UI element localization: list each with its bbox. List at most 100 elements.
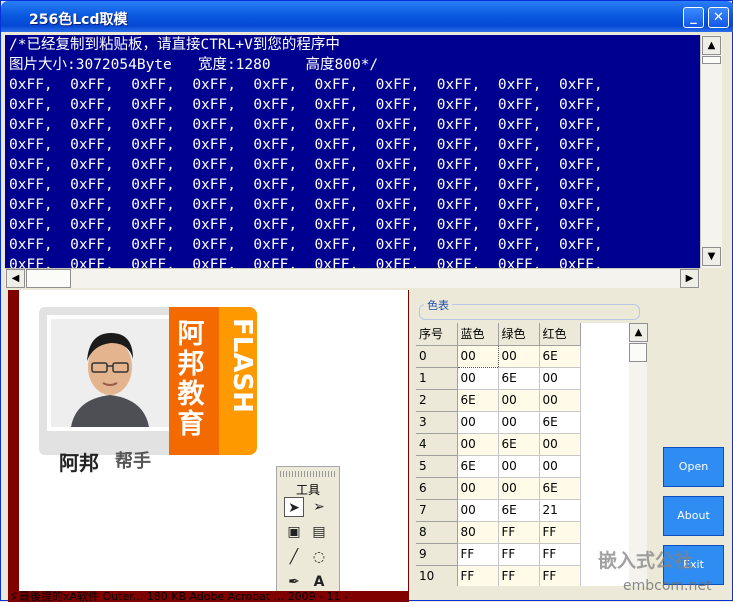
palette-value-cell[interactable]: 6E [498,433,540,456]
palette-value-cell[interactable]: FF [457,565,499,586]
toolbox-panel[interactable]: 工具 ➤ ➢ ▣ ▤ ╱ ◌ ✒ A [276,466,340,602]
gradient-tool-icon[interactable]: ▤ [309,522,329,542]
palette-value-cell[interactable]: FF [539,543,581,566]
brand-flash-text: FLASH [227,318,257,413]
palette-value-cell[interactable]: 00 [498,345,540,368]
watermark-text: 嵌入式公社 [598,550,694,572]
palette-value-cell[interactable]: 00 [539,455,581,478]
palette-value-cell[interactable]: 00 [498,477,540,500]
palette-value-cell[interactable]: 6E [457,455,499,478]
brand-vertical-text: 阿邦教育 [177,319,205,440]
scroll-thumb[interactable] [702,56,721,64]
watermark-url: embcom.net [623,578,712,594]
code-horizontal-scrollbar[interactable]: ◀ ▶ [5,268,700,288]
palette-value-cell[interactable]: FF [539,565,581,586]
scroll-left-icon[interactable]: ◀ [6,269,25,288]
close-button[interactable]: ✕ [708,7,729,28]
code-data-line: 0xFF, 0xFF, 0xFF, 0xFF, 0xFF, 0xFF, 0xFF… [9,77,603,93]
palette-row[interactable]: 8 80 FF FF [416,521,581,544]
palette-index-cell[interactable]: 8 [416,521,458,544]
header-red[interactable]: 红色 [539,323,581,346]
palette-value-cell[interactable]: 6E [539,411,581,434]
palette-value-cell[interactable]: 00 [498,455,540,478]
about-button[interactable]: About [663,496,724,536]
line-tool-icon[interactable]: ╱ [284,547,304,567]
palette-value-cell[interactable]: 6E [498,367,540,390]
palette-row[interactable]: 7 00 6E 21 [416,499,581,522]
scroll-thumb[interactable] [629,343,647,362]
code-output-textarea[interactable]: /*已经复制到粘贴板，请直接CTRL+V到您的程序中 图片大小:3072054By… [5,35,700,268]
palette-index-cell[interactable]: 10 [416,565,458,586]
palette-value-cell[interactable]: FF [498,565,540,586]
lasso-tool-icon[interactable]: ◌ [309,547,329,567]
palette-value-cell[interactable]: 00 [498,389,540,412]
palette-value-cell[interactable]: FF [457,543,499,566]
palette-row[interactable]: 9 FF FF FF [416,543,581,566]
palette-row[interactable]: 2 6E 00 00 [416,389,581,412]
header-green[interactable]: 绿色 [498,323,540,346]
code-vertical-scrollbar[interactable]: ▲ ▼ [700,35,722,268]
transform-tool-icon[interactable]: ▣ [284,522,304,542]
palette-value-cell[interactable]: 6E [457,389,499,412]
palette-value-cell[interactable]: 6E [539,477,581,500]
palette-value-cell[interactable]: 21 [539,499,581,522]
palette-value-cell[interactable]: 00 [457,477,499,500]
palette-row[interactable]: 5 6E 00 00 [416,455,581,478]
scroll-up-icon[interactable]: ▲ [702,36,721,55]
palette-index-cell[interactable]: 5 [416,455,458,478]
palette-index-cell[interactable]: 7 [416,499,458,522]
palette-index-cell[interactable]: 4 [416,433,458,456]
palette-row[interactable]: 10 FF FF FF [416,565,581,586]
scrollbar-corner [700,268,722,288]
code-comment-line-2: 图片大小:3072054Byte 宽度:1280 高度800*/ [9,57,379,73]
palette-row[interactable]: 0 00 00 6E [416,344,581,368]
palette-value-cell[interactable]: FF [539,521,581,544]
palette-value-cell[interactable]: FF [498,543,540,566]
palette-value-cell[interactable]: 00 [457,433,499,456]
header-blue[interactable]: 蓝色 [457,323,499,346]
palette-index-cell[interactable]: 9 [416,543,458,566]
minimize-button[interactable]: _ [683,7,704,28]
palette-groupbox [419,304,640,320]
title-bar[interactable]: 256色Lcd取模 _ ✕ [1,1,733,32]
background-taskbar-remnant: ゞ最後提的xA软件 Outer... 180 KB Adobe Acrobat … [8,591,408,602]
palette-row[interactable]: 3 00 00 6E [416,411,581,434]
toolbox-grip[interactable] [280,471,336,477]
palette-row[interactable]: 6 00 00 6E [416,477,581,500]
code-data-line: 0xFF, 0xFF, 0xFF, 0xFF, 0xFF, 0xFF, 0xFF… [9,257,603,268]
subselect-tool-icon[interactable]: ➢ [309,497,329,517]
arrow-tool-icon[interactable]: ➤ [284,497,304,517]
header-index[interactable]: 序号 [416,323,458,346]
code-data-line: 0xFF, 0xFF, 0xFF, 0xFF, 0xFF, 0xFF, 0xFF… [9,157,603,173]
palette-index-cell[interactable]: 0 [416,345,458,368]
scroll-down-icon[interactable]: ▼ [702,247,721,266]
palette-value-cell[interactable]: 00 [457,367,499,390]
code-data-line: 0xFF, 0xFF, 0xFF, 0xFF, 0xFF, 0xFF, 0xFF… [9,197,603,213]
text-tool-icon[interactable]: A [309,572,329,592]
image-preview-pane[interactable]: 阿邦 帮手 阿邦教育 FLASH 工具 ➤ ➢ ▣ ▤ ╱ ◌ ✒ A [8,290,409,602]
palette-value-cell[interactable]: 00 [456,344,499,368]
open-button[interactable]: Open [663,447,724,487]
palette-row[interactable]: 1 00 6E 00 [416,367,581,390]
scroll-up-icon[interactable]: ▲ [629,323,648,342]
palette-value-cell[interactable]: 00 [457,499,499,522]
palette-value-cell[interactable]: 00 [498,411,540,434]
pen-tool-icon[interactable]: ✒ [284,572,304,592]
palette-value-cell[interactable]: 6E [539,345,581,368]
scroll-right-icon[interactable]: ▶ [680,269,699,288]
scroll-thumb[interactable] [26,269,71,288]
palette-value-cell[interactable]: 00 [457,411,499,434]
toolbox-title: 工具 [295,483,320,497]
palette-value-cell[interactable]: 00 [539,367,581,390]
palette-index-cell[interactable]: 3 [416,411,458,434]
palette-value-cell[interactable]: FF [498,521,540,544]
palette-value-cell[interactable]: 6E [498,499,540,522]
palette-value-cell[interactable]: 00 [539,433,581,456]
palette-row[interactable]: 4 00 6E 00 [416,433,581,456]
palette-index-cell[interactable]: 1 [416,367,458,390]
code-data-line: 0xFF, 0xFF, 0xFF, 0xFF, 0xFF, 0xFF, 0xFF… [9,97,603,113]
palette-value-cell[interactable]: 80 [457,521,499,544]
palette-index-cell[interactable]: 6 [416,477,458,500]
palette-value-cell[interactable]: 00 [539,389,581,412]
palette-index-cell[interactable]: 2 [416,389,458,412]
